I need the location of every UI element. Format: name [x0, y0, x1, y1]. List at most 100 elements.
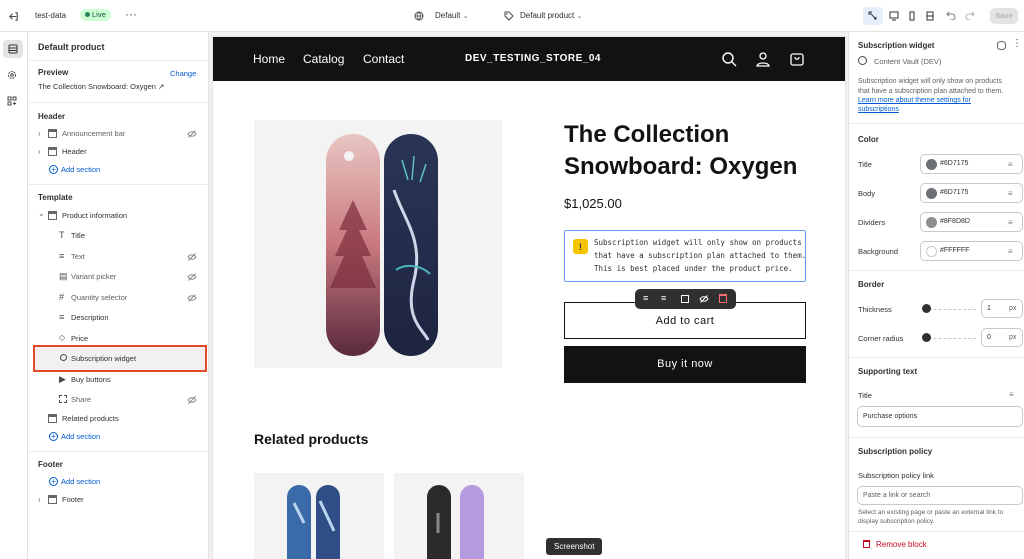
database-icon[interactable]: ≡ [1008, 189, 1017, 198]
block-buy-buttons[interactable]: Buy buttons [71, 375, 111, 384]
live-dot-icon [85, 12, 90, 17]
eye-hidden-icon[interactable] [187, 129, 197, 139]
cart-icon[interactable] [788, 50, 806, 68]
move-up-icon[interactable]: ≡ [643, 293, 648, 303]
gear-icon[interactable] [5, 68, 19, 82]
app-block-icon [60, 354, 67, 361]
block-variant-picker[interactable]: Variant picker [71, 272, 116, 281]
color-background-label: Background [858, 247, 899, 256]
template-group-label: Template [38, 193, 73, 202]
color-value: #8F8D8D [940, 218, 970, 225]
block-quantity-selector[interactable]: Quantity selector [71, 293, 127, 302]
block-subscription-widget[interactable]: Subscription widget [71, 354, 136, 363]
redo-icon[interactable] [964, 9, 976, 21]
theme-select[interactable]: Default ⌄ [435, 11, 468, 20]
learn-more-link-2[interactable]: subscriptions [858, 106, 899, 113]
eye-hidden-icon[interactable] [187, 252, 197, 262]
border-heading: Border [858, 280, 885, 289]
more-icon[interactable]: ⋮ [1012, 38, 1022, 49]
thickness-value: 1 [987, 305, 991, 312]
section-related-products[interactable]: Related products [62, 414, 119, 423]
section-announcement-bar[interactable]: Announcement bar [62, 129, 125, 138]
related-product-image [287, 485, 340, 559]
preview-value[interactable]: The Collection Snowboard: Oxygen ↗ [38, 82, 164, 91]
eye-hidden-icon[interactable] [187, 272, 197, 282]
color-background-field[interactable]: #FFFFFF ≡ [920, 241, 1023, 261]
eye-hidden-icon[interactable] [187, 395, 197, 405]
color-swatch [926, 159, 937, 170]
color-title-label: Title [858, 160, 872, 169]
nav-contact[interactable]: Contact [363, 52, 404, 66]
add-section-footer[interactable]: + Add section [49, 477, 100, 486]
product-image[interactable] [254, 120, 502, 368]
thickness-input[interactable]: 1 px [981, 299, 1023, 318]
corner-radius-slider[interactable] [924, 338, 976, 339]
block-title[interactable]: Title [71, 231, 85, 240]
subscription-notice[interactable]: ! Subscription widget will only show on … [564, 230, 806, 282]
store-name[interactable]: DEV_TESTING_STORE_04 [465, 53, 601, 64]
remove-block-button[interactable]: Remove block [863, 540, 927, 549]
divider [28, 184, 209, 185]
duplicate-icon[interactable] [681, 295, 689, 303]
block-text[interactable]: Text [71, 252, 85, 261]
nav-catalog[interactable]: Catalog [303, 52, 344, 66]
theme-label: Default [435, 11, 461, 20]
chevron-down-icon[interactable]: ⌄ [38, 209, 45, 218]
sections-icon[interactable] [3, 40, 23, 58]
inspector-icon[interactable] [863, 7, 883, 25]
color-dividers-field[interactable]: #8F8D8D ≡ [920, 212, 1023, 232]
buy-now-button[interactable]: Buy it now [564, 346, 806, 383]
add-section-header[interactable]: + Add section [49, 165, 100, 174]
section-footer[interactable]: Footer [62, 495, 84, 504]
undo-icon[interactable] [945, 9, 957, 21]
chevron-right-icon[interactable]: › [38, 495, 41, 504]
mobile-view-icon[interactable] [904, 8, 920, 24]
color-value: #6D7175 [940, 189, 969, 196]
related-product-card[interactable] [254, 473, 384, 559]
block-toolbar: ≡ ≡ [635, 289, 736, 309]
section-header[interactable]: Header [62, 147, 87, 156]
chevron-right-icon[interactable]: › [38, 129, 41, 138]
database-icon[interactable]: ≡ [1008, 218, 1017, 227]
section-product-information[interactable]: Product information [62, 211, 127, 220]
database-icon[interactable]: ≡ [1008, 160, 1017, 169]
policy-link-placeholder: Paste a link or search [863, 492, 931, 499]
chevron-right-icon[interactable]: › [38, 147, 41, 156]
color-title-field[interactable]: #6D7175 ≡ [920, 154, 1023, 174]
fullscreen-icon[interactable] [922, 8, 938, 24]
block-price[interactable]: Price [71, 334, 88, 343]
trash-icon [863, 540, 870, 548]
account-icon[interactable] [754, 50, 772, 68]
database-icon[interactable]: ≡ [1009, 390, 1014, 399]
tag-icon [503, 10, 514, 21]
search-icon[interactable] [720, 50, 738, 68]
delete-icon[interactable] [719, 294, 727, 303]
database-icon[interactable]: ≡ [1008, 247, 1017, 256]
corner-radius-input[interactable]: 0 px [981, 328, 1023, 347]
color-body-field[interactable]: #6D7175 ≡ [920, 183, 1023, 203]
add-section-template[interactable]: + Add section [49, 432, 100, 441]
nav-home[interactable]: Home [253, 52, 285, 66]
supporting-title-input[interactable]: Purchase options [857, 406, 1023, 427]
thickness-slider[interactable] [924, 309, 976, 310]
slider-handle[interactable] [922, 304, 931, 313]
apps-icon[interactable] [5, 94, 19, 108]
policy-link-input[interactable]: Paste a link or search [857, 486, 1023, 505]
exit-icon[interactable] [7, 10, 19, 22]
related-product-card[interactable] [394, 473, 524, 559]
eye-hidden-icon[interactable] [187, 293, 197, 303]
change-link[interactable]: Change [170, 69, 196, 78]
save-button[interactable]: Save [990, 8, 1018, 24]
template-select[interactable]: Default product ⌄ [520, 11, 582, 20]
move-down-icon[interactable]: ≡ [661, 293, 666, 303]
more-icon[interactable]: ··· [125, 7, 137, 21]
product-title-line1: The Collection [564, 121, 730, 148]
slider-handle[interactable] [922, 333, 931, 342]
title-block-icon: T [59, 230, 65, 240]
learn-more-link[interactable]: Learn more about theme settings for [858, 97, 971, 104]
block-share[interactable]: Share [71, 395, 91, 404]
hide-icon[interactable] [699, 294, 709, 304]
desktop-view-icon[interactable] [886, 8, 902, 24]
text-block-icon: ≡ [59, 251, 65, 261]
block-description[interactable]: Description [71, 313, 109, 322]
